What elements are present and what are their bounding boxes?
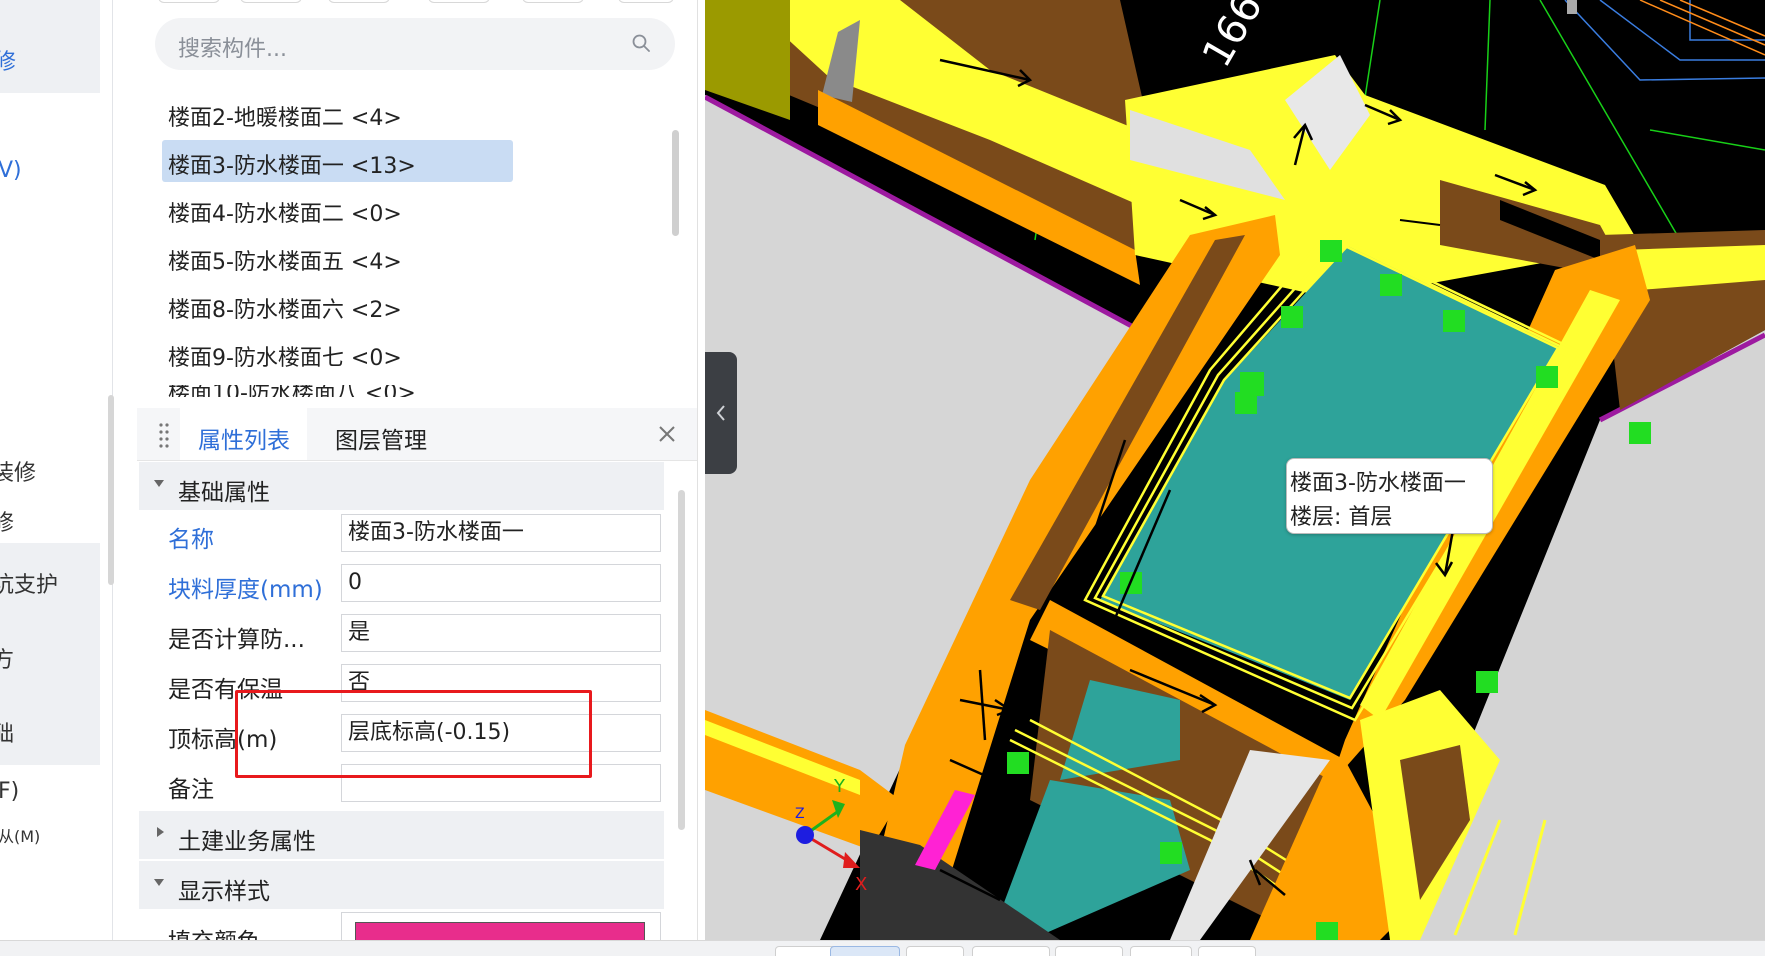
- nav-item[interactable]: F): [0, 779, 19, 804]
- list-scrollbar[interactable]: [672, 130, 679, 236]
- chevron-left-icon[interactable]: [705, 352, 737, 474]
- 3d-scene[interactable]: 1660 Y X Z: [705, 0, 1765, 940]
- drag-handle-icon[interactable]: [158, 421, 170, 449]
- property-value-waterproof[interactable]: 是: [341, 614, 661, 652]
- section-civil-label: 土建业务属性: [178, 829, 316, 855]
- component-item[interactable]: 楼面10-防水楼面八 <0>: [168, 385, 416, 397]
- property-value-name[interactable]: 楼面3-防水楼面一: [341, 514, 661, 552]
- nav-item[interactable]: 从(M): [0, 823, 40, 847]
- tab-property-list-label[interactable]: 属性列表: [198, 421, 290, 455]
- property-label-thickness: 块料厚度(mm): [168, 577, 323, 603]
- 3d-viewport[interactable]: 1660 Y X Z: [705, 0, 1765, 940]
- left-navigation: 修 V) 装修 修 坑支护 方 础 F) 从(M): [0, 0, 113, 940]
- search-icon[interactable]: [632, 34, 650, 52]
- component-item[interactable]: 楼面4-防水楼面二 <0>: [168, 196, 402, 228]
- search-placeholder: 搜索构件...: [178, 37, 287, 62]
- nav-item[interactable]: 础: [0, 716, 14, 748]
- toolbar-tab[interactable]: [428, 0, 490, 3]
- component-item[interactable]: 楼面8-防水楼面六 <2>: [168, 292, 402, 324]
- fill-color-field[interactable]: [341, 912, 661, 940]
- section-basic-label: 基础属性: [178, 480, 270, 506]
- tooltip-component-name: 楼面3-防水楼面一: [1290, 471, 1466, 496]
- toolbar-tab[interactable]: [618, 0, 674, 3]
- properties-scrollbar[interactable]: [678, 490, 685, 830]
- close-icon[interactable]: [655, 422, 679, 446]
- list-item-clip: 楼面10-防水楼面八 <0>: [137, 385, 697, 397]
- property-label-waterproof: 是否计算防...: [168, 627, 305, 653]
- nav-scrollbar[interactable]: [108, 395, 114, 585]
- axis-z-label: Z: [795, 806, 805, 822]
- property-label-fill-color: 填充颜色: [168, 922, 260, 940]
- axis-y-label: Y: [833, 776, 846, 797]
- axis-x-label: X: [855, 874, 867, 895]
- tooltip-floor: 楼层: 首层: [1290, 505, 1393, 530]
- tab-layer-management[interactable]: 图层管理: [335, 421, 427, 455]
- nav-item[interactable]: 方: [0, 642, 14, 674]
- expand-right-icon[interactable]: [157, 827, 164, 837]
- property-value-thickness[interactable]: 0: [341, 564, 661, 602]
- expand-down-icon[interactable]: [154, 480, 164, 487]
- property-label-name: 名称: [168, 527, 214, 553]
- annotation-highlight-box: [235, 690, 592, 778]
- property-label-remark: 备注: [168, 777, 214, 803]
- toolbar-tab[interactable]: [158, 0, 220, 3]
- cad-marker: [1567, 0, 1577, 14]
- component-item[interactable]: 楼面2-地暖楼面二 <4>: [168, 100, 402, 132]
- panel-collapse-handle[interactable]: [705, 352, 737, 474]
- toolbar-tab[interactable]: [240, 0, 302, 3]
- component-item-selected[interactable]: 楼面3-防水楼面一 <13>: [168, 148, 416, 180]
- toolbar-tab[interactable]: [522, 0, 584, 3]
- toolbar-tabs-stub: [150, 0, 680, 6]
- nav-item[interactable]: 装修: [0, 455, 36, 487]
- component-item[interactable]: 楼面5-防水楼面五 <4>: [168, 244, 402, 276]
- nav-item[interactable]: 坑支护: [0, 567, 58, 599]
- expand-down-icon[interactable]: [154, 879, 164, 886]
- toolbar-tab[interactable]: [328, 0, 390, 3]
- component-item[interactable]: 楼面9-防水楼面七 <0>: [168, 340, 402, 372]
- nav-item[interactable]: V): [0, 158, 22, 183]
- section-display-label: 显示样式: [178, 879, 270, 905]
- nav-item[interactable]: 修: [0, 44, 16, 76]
- nav-item[interactable]: 修: [0, 505, 14, 537]
